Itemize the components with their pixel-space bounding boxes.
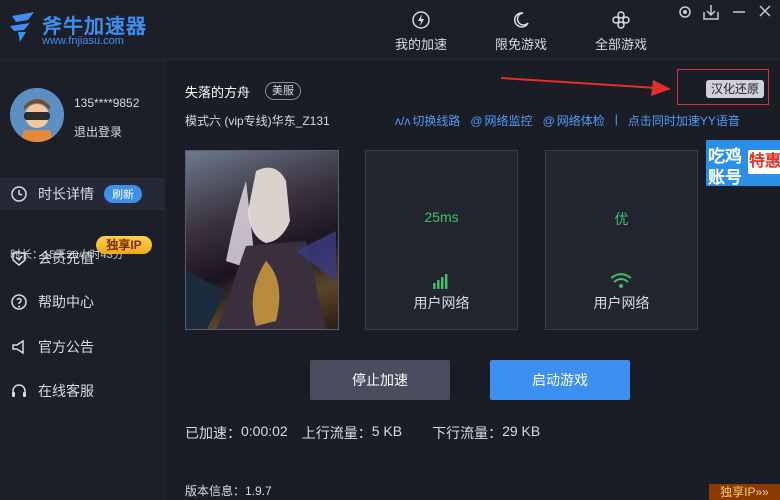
route-icon: ʌ/ʌ: [395, 113, 411, 128]
sidebar-item-label: 时长详情: [38, 186, 94, 202]
sidebar-item-duration[interactable]: 时长详情 刷新: [0, 178, 164, 210]
game-title: 失落的方舟: [185, 85, 251, 100]
monitor-icon: @: [470, 113, 483, 128]
accelerated-time: 0:00:02: [241, 423, 288, 439]
wifi-icon: [610, 273, 632, 288]
ad-tag: 特惠: [748, 150, 780, 174]
signal-bars-icon: [433, 274, 448, 289]
headset-icon: [12, 384, 26, 397]
game-character-art: [186, 167, 336, 329]
ad-text: 账号: [708, 168, 742, 186]
clock-icon: [11, 186, 27, 202]
axe-logo-icon: [10, 12, 34, 42]
region-tag: 美服: [265, 82, 301, 100]
nav-my-acceleration[interactable]: 我的加速: [376, 6, 466, 54]
user-phone: 135****9852: [74, 96, 140, 110]
sidebar-item-help[interactable]: 帮助中心: [0, 286, 164, 318]
version-info: 版本信息：1.9.7: [185, 484, 272, 498]
exclusive-ip-badge[interactable]: 独享IP: [96, 236, 152, 254]
download-value: 29 KB: [502, 423, 541, 439]
checkup-icon: @: [542, 113, 555, 128]
nav-label: 我的加速: [394, 37, 447, 52]
megaphone-icon: [12, 339, 24, 355]
ad-banner[interactable]: 吃鸡 账号 特惠: [706, 140, 780, 186]
sidebar-item-label: 帮助中心: [38, 294, 94, 310]
network-toolbar: ʌ/ʌ 切换线路 @ 网络监控 @ 网络体检 | 点击同时加速YY语音: [395, 112, 750, 129]
help-icon: [11, 294, 27, 310]
launch-game-button[interactable]: 启动游戏: [490, 360, 630, 400]
download-icon[interactable]: [700, 2, 722, 22]
logout-link[interactable]: 退出登录: [74, 123, 122, 140]
sidebar-item-label: 在线客服: [38, 383, 94, 399]
sidebar-item-announcement[interactable]: 官方公告: [0, 331, 164, 363]
grid-icon: [612, 11, 630, 29]
tool-label: 网络监控: [484, 114, 533, 128]
main-panel: 失落的方舟 美服 汉化还原 模式六 (vip专线)华东_Z131 ʌ/ʌ 切换线…: [165, 60, 780, 500]
accelerated-label: 已加速：: [185, 425, 241, 441]
tool-label: 切换线路: [412, 114, 461, 128]
download-label: 下行流量：: [432, 425, 503, 441]
nav-free-games[interactable]: 限免游戏: [476, 6, 566, 54]
network-quality-card: 优 用户网络: [545, 150, 698, 330]
upload-label: 上行流量：: [301, 425, 372, 441]
app-logo: 斧牛加速器 www.fnjiasu.com: [8, 8, 168, 48]
card-label: 用户网络: [593, 295, 650, 311]
nav-label: 限免游戏: [494, 37, 547, 52]
traffic-stats: 已加速： 0:00:02 上行流量： 5 KB 下行流量： 29 KB: [185, 423, 540, 443]
user-avatar-icon: [10, 88, 64, 142]
title-bar: 斧牛加速器 www.fnjiasu.com 我的加速 限免游戏 全部游戏: [0, 0, 780, 60]
acceleration-mode: 模式六 (vip专线)华东_Z131: [185, 114, 330, 128]
yy-voice-link[interactable]: 点击同时加速YY语音: [628, 112, 740, 129]
tool-label: 网络体检: [556, 114, 605, 128]
game-cover-image: [185, 150, 339, 330]
upload-value: 5 KB: [371, 423, 403, 439]
sidebar-item-label: 官方公告: [38, 339, 94, 355]
app-url: www.fnjiasu.com: [42, 35, 124, 47]
toolbar-separator: |: [614, 112, 618, 126]
moon-icon: [513, 12, 529, 28]
network-checkup-link[interactable]: @ 网络体检: [543, 112, 605, 129]
nav-all-games[interactable]: 全部游戏: [576, 6, 666, 54]
vip-icon: [12, 252, 26, 266]
settings-icon[interactable]: [674, 2, 696, 22]
sidebar-item-label: 会员充值: [38, 250, 94, 266]
localization-restore-button[interactable]: 汉化还原: [706, 80, 764, 98]
card-label: 用户网络: [413, 295, 470, 311]
network-monitor-link[interactable]: @ 网络监控: [470, 112, 532, 129]
close-icon[interactable]: [754, 2, 776, 22]
minimize-icon[interactable]: [728, 2, 750, 22]
quality-value: 优: [614, 211, 629, 227]
refresh-button[interactable]: 刷新: [104, 185, 142, 203]
nav-label: 全部游戏: [594, 37, 647, 52]
latency-card: 25ms 用户网络: [365, 150, 518, 330]
sidebar-item-support[interactable]: 在线客服: [0, 375, 164, 407]
annotation-arrow-icon: [500, 77, 671, 96]
avatar[interactable]: [10, 88, 64, 142]
exclusive-ip-corner-button[interactable]: 独享IP»»: [709, 484, 780, 500]
sidebar: 135****9852 退出登录 时长详情 刷新 时长：15天20小时43分 会…: [0, 60, 165, 500]
lightning-icon: [412, 11, 430, 29]
latency-value: 25ms: [424, 209, 459, 225]
switch-route-link[interactable]: ʌ/ʌ 切换线路: [395, 112, 460, 129]
stop-acceleration-button[interactable]: 停止加速: [310, 360, 450, 400]
